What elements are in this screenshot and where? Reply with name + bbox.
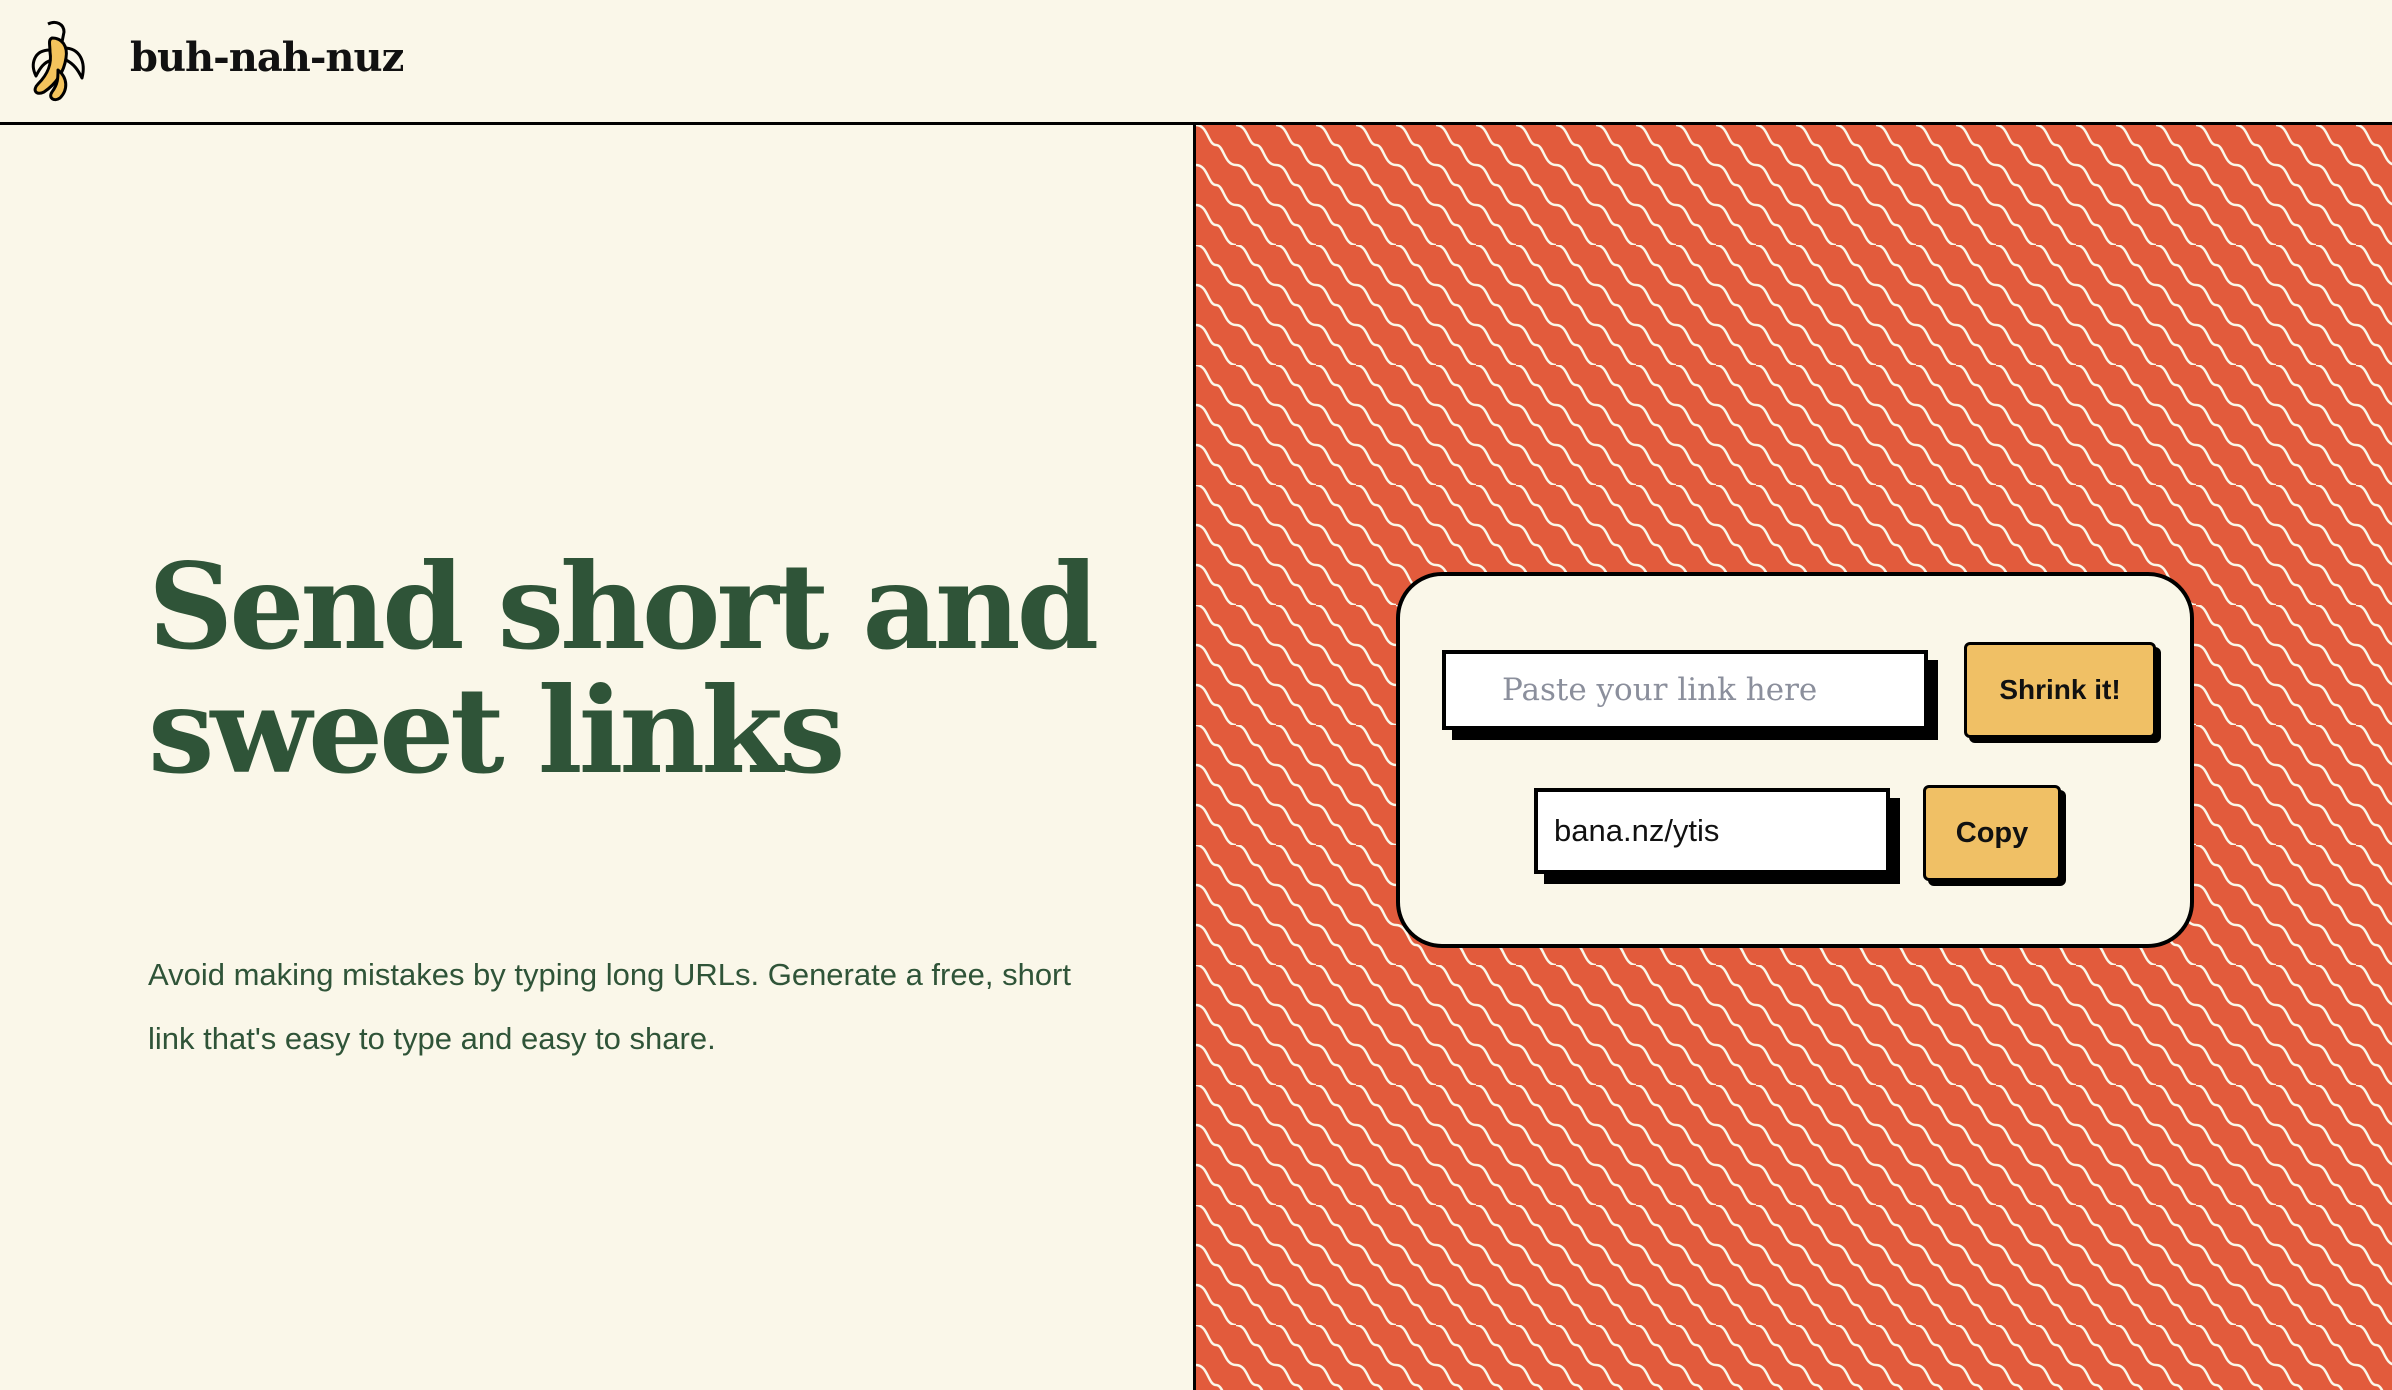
- short-link-output[interactable]: [1534, 788, 1890, 874]
- hero-subtitle: Avoid making mistakes by typing long URL…: [148, 957, 1071, 1056]
- banana-icon[interactable]: [28, 20, 88, 102]
- site-header: buh-nah-nuz: [0, 0, 2392, 125]
- hero-title: Send short and sweet links: [148, 537, 1099, 800]
- link-input[interactable]: [1442, 650, 1928, 730]
- brand-name[interactable]: buh-nah-nuz: [130, 34, 404, 81]
- shrink-button[interactable]: Shrink it!: [1964, 642, 2156, 738]
- copy-button[interactable]: Copy: [1923, 785, 2061, 881]
- shortener-card: Shrink it! Copy: [1396, 572, 2194, 948]
- hero-section: Send short and sweet links Avoid making …: [0, 125, 1194, 1390]
